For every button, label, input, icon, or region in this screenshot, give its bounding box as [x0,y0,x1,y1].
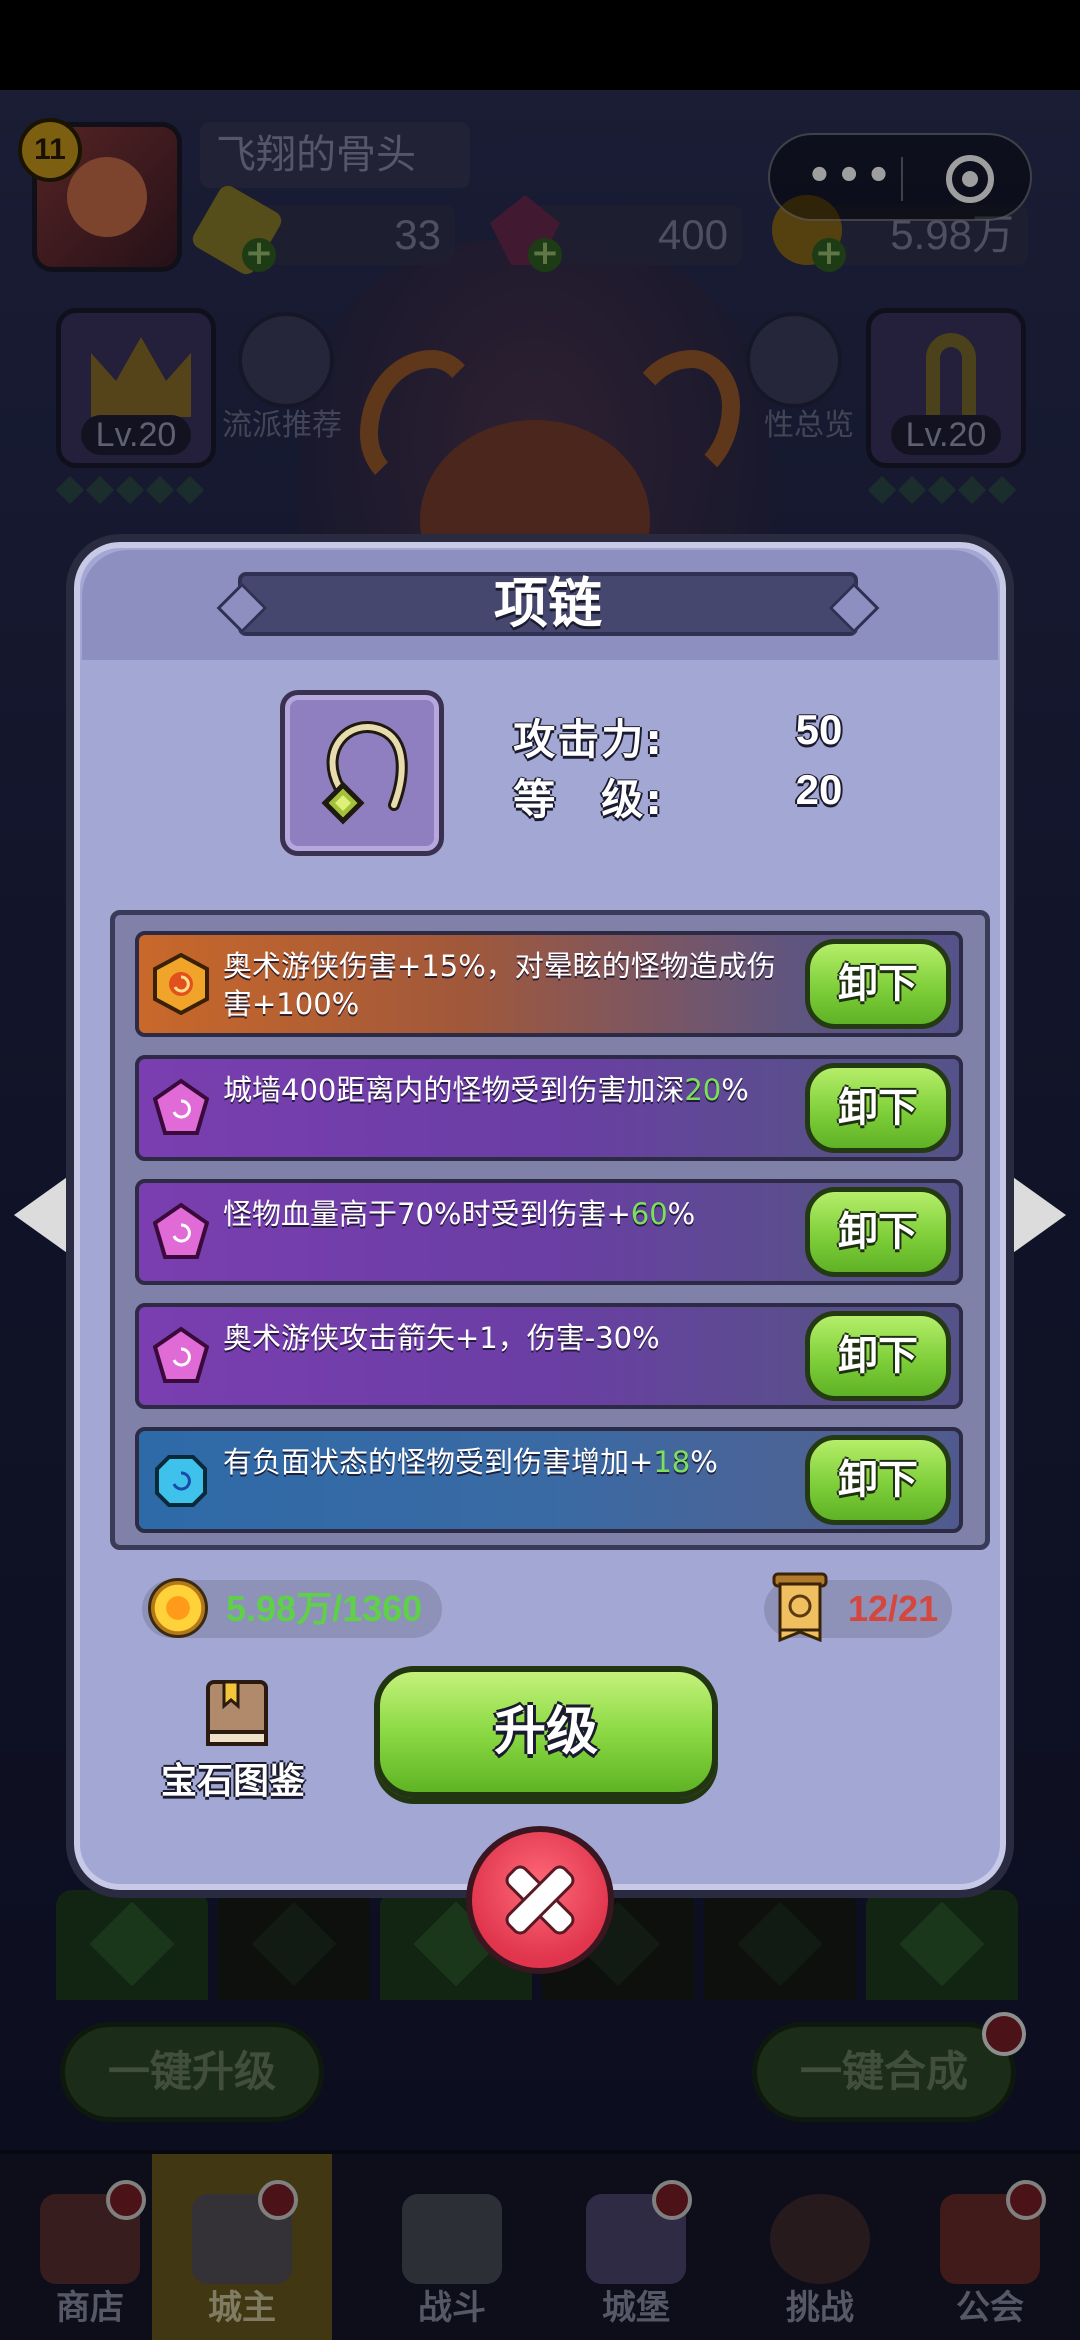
gem-codex-label: 宝石图鉴 [160,1761,305,1802]
upgrade-button-label: 升级 [493,1702,598,1762]
orange-hexagon-gem-icon [153,953,209,1015]
scroll-count: 12/21 [764,1572,952,1642]
unequip-button[interactable]: 卸下 [805,1435,951,1525]
status-bar [0,0,1080,90]
gem-effect-text: 有负面状态的怪物受到伤害增加+18% [223,1445,718,1479]
gem-row: 奥术游侠伤害+15%，对晕眩的怪物造成伤害+100% 卸下 [135,931,963,1037]
unequip-button[interactable]: 卸下 [805,1187,951,1277]
necklace-icon [321,721,408,825]
book-icon [206,1680,268,1746]
scroll-icon [772,1572,828,1642]
level-value: 20 [795,766,843,813]
attack-value: 50 [795,706,843,753]
gem-row: 怪物血量高于70%时受到伤害+60% 卸下 [135,1179,963,1285]
unequip-button[interactable]: 卸下 [805,939,951,1029]
gem-socket-list: 奥术游侠伤害+15%，对晕眩的怪物造成伤害+100% 卸下 城墙400距离内的怪… [110,910,990,1550]
level-label: 等 级: [513,775,664,824]
purple-pentagon-gem-icon [153,1326,209,1383]
gem-row: 城墙400距离内的怪物受到伤害加深20% 卸下 [135,1055,963,1161]
unequip-button[interactable]: 卸下 [805,1311,951,1401]
unequip-button[interactable]: 卸下 [805,1063,951,1153]
blue-square-gem-icon [155,1455,207,1507]
gem-effect-text: 城墙400距离内的怪物受到伤害加深20% [223,1073,749,1107]
title-plate: 项链 [238,572,858,636]
gem-effect-text: 奥术游侠伤害+15%，对晕眩的怪物造成伤害+100% [223,949,776,1021]
purple-pentagon-gem-icon [153,1078,209,1135]
equipment-detail-modal: 项链 攻击力: 50 等 级: 20 奥术游侠伤害+15%，对晕眩的怪物造成伤害… [66,534,1014,1898]
attack-label: 攻击力: [513,715,664,764]
upgrade-cost: 5.98万/1360 [142,1578,442,1638]
gem-effect-text: 怪物血量高于70%时受到伤害+60% [223,1197,696,1231]
coin-icon [148,1578,208,1638]
necklace-item-box [280,690,444,856]
gem-codex-button[interactable]: 宝石图鉴 [138,1678,328,1802]
gem-row: 奥术游侠攻击箭矢+1，伤害-30% 卸下 [135,1303,963,1409]
gem-row: 有负面状态的怪物受到伤害增加+18% 卸下 [135,1427,963,1533]
scroll-count-value: 12/21 [848,1588,939,1629]
purple-pentagon-gem-icon [153,1202,209,1259]
upgrade-button[interactable]: 升级 [374,1666,718,1798]
close-modal-button[interactable] [466,1826,614,1974]
modal-header: 项链 [82,550,998,660]
modal-title: 项链 [494,572,602,635]
gem-effect-text: 奥术游侠攻击箭矢+1，伤害-30% [223,1321,660,1355]
game-screen: 11 飞翔的骨头 33 + 400 + 5.98万 + ••• Lv.20 流派… [0,0,1080,2340]
upgrade-cost-value: 5.98万/1360 [226,1588,423,1629]
